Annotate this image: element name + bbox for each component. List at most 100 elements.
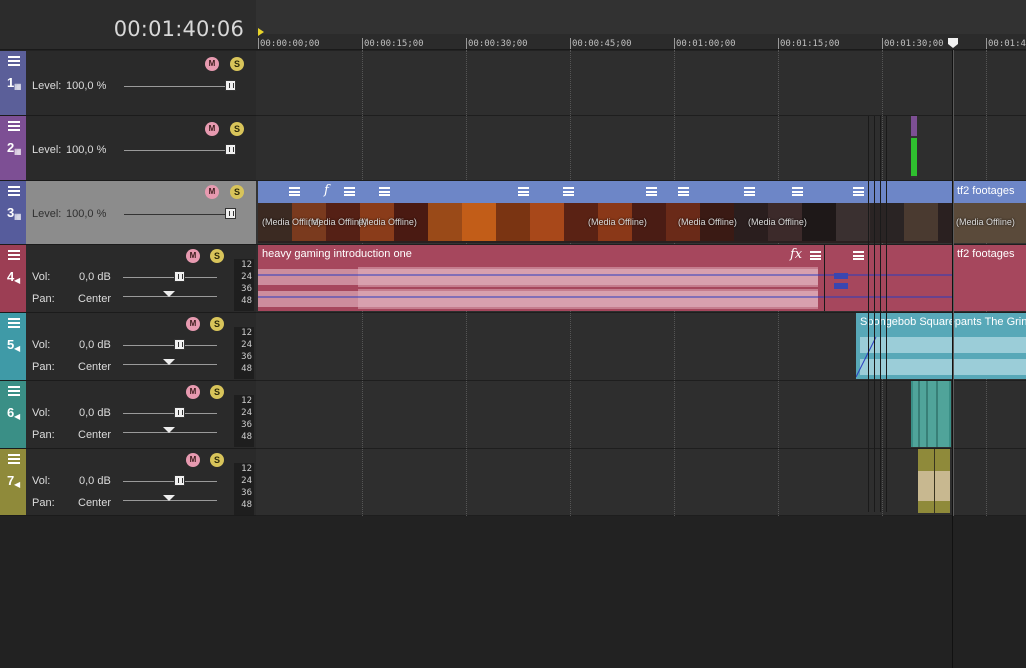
clip-menu-icon[interactable] bbox=[853, 187, 864, 196]
track-color-strip[interactable]: 1 ▦ bbox=[0, 51, 26, 115]
audio-clip-small[interactable] bbox=[918, 449, 950, 513]
audio-clip-main[interactable]: heavy gaming introduction one fx tf2 foo… bbox=[258, 245, 1026, 311]
vol-slider-knob[interactable] bbox=[174, 339, 185, 350]
vol-slider-track[interactable] bbox=[123, 345, 217, 346]
clip-menu-icon[interactable] bbox=[344, 187, 355, 196]
mute-icon[interactable]: M bbox=[205, 57, 219, 71]
vol-slider-track[interactable] bbox=[123, 277, 217, 278]
track-menu-icon[interactable] bbox=[8, 121, 20, 131]
audio-clip-spongebob[interactable]: Spongebob Squarepants The Grind bbox=[856, 313, 1026, 379]
vol-value[interactable]: 0,0 dB bbox=[79, 339, 111, 351]
fx-icon[interactable]: f bbox=[324, 183, 329, 198]
track-menu-icon[interactable] bbox=[8, 250, 20, 260]
clip-menu-icon[interactable] bbox=[563, 187, 574, 196]
mute-icon[interactable]: M bbox=[186, 249, 200, 263]
vol-slider-knob[interactable] bbox=[174, 475, 185, 486]
clip-edge[interactable] bbox=[824, 245, 825, 311]
clip-menu-icon[interactable] bbox=[289, 187, 300, 196]
pan-slider-knob[interactable] bbox=[163, 495, 175, 501]
level-slider-knob[interactable] bbox=[225, 144, 236, 155]
vol-value[interactable]: 0,0 dB bbox=[79, 271, 111, 283]
clip-menu-icon[interactable] bbox=[792, 187, 803, 196]
pan-value[interactable]: Center bbox=[78, 497, 111, 509]
level-slider-knob[interactable] bbox=[225, 80, 236, 91]
track-header-3[interactable]: 3 ▦ M S Level: 100,0 % bbox=[0, 181, 256, 245]
level-value[interactable]: 100,0 % bbox=[66, 80, 106, 92]
pan-value[interactable]: Center bbox=[78, 293, 111, 305]
track-color-strip[interactable]: 3 ▦ bbox=[0, 181, 26, 244]
level-slider-track[interactable] bbox=[124, 150, 236, 151]
mute-icon[interactable]: M bbox=[186, 385, 200, 399]
ruler-tick bbox=[466, 38, 467, 49]
clip-menu-icon[interactable] bbox=[379, 187, 390, 196]
track-color-strip[interactable]: 2 ▦ bbox=[0, 116, 26, 180]
track-header-7[interactable]: 7 ◀ M S Vol: 0,0 dB Pan: Center 12 24 36… bbox=[0, 449, 256, 516]
solo-icon[interactable]: S bbox=[230, 122, 244, 136]
clip-menu-icon[interactable] bbox=[853, 251, 864, 260]
track-header-4[interactable]: 4 ◀ M S Vol: 0,0 dB Pan: Center 12 24 36… bbox=[0, 245, 256, 313]
vol-slider-knob[interactable] bbox=[174, 407, 185, 418]
fx-icon[interactable]: fx bbox=[790, 247, 802, 262]
clip-menu-icon[interactable] bbox=[678, 187, 689, 196]
solo-icon[interactable]: S bbox=[230, 185, 244, 199]
clip-menu-icon[interactable] bbox=[646, 187, 657, 196]
solo-icon[interactable]: S bbox=[210, 385, 224, 399]
solo-icon[interactable]: S bbox=[230, 57, 244, 71]
lane-track-7[interactable] bbox=[256, 449, 1026, 516]
level-slider-track[interactable] bbox=[124, 86, 236, 87]
playhead-handle[interactable] bbox=[948, 38, 958, 48]
track-header-2[interactable]: 2 ▦ M S Level: 100,0 % bbox=[0, 116, 256, 181]
audio-clip-tf2[interactable]: tf2 footages bbox=[952, 245, 1026, 311]
level-value[interactable]: 100,0 % bbox=[66, 144, 106, 156]
track-menu-icon[interactable] bbox=[8, 386, 20, 396]
track-header-1[interactable]: 1 ▦ M S Level: 100,0 % bbox=[0, 51, 256, 116]
video-clip-small[interactable] bbox=[911, 116, 917, 178]
vol-slider-track[interactable] bbox=[123, 413, 217, 414]
pan-slider-knob[interactable] bbox=[163, 291, 175, 297]
level-slider-track[interactable] bbox=[124, 214, 236, 215]
pan-value[interactable]: Center bbox=[78, 361, 111, 373]
mute-icon[interactable]: M bbox=[205, 185, 219, 199]
level-slider-knob[interactable] bbox=[225, 208, 236, 219]
clip-menu-icon[interactable] bbox=[744, 187, 755, 196]
playhead-cursor[interactable] bbox=[952, 50, 953, 668]
loop-region-marker[interactable] bbox=[258, 28, 264, 36]
timeline-area[interactable]: (Media Offline) (Media Offline) (Media O… bbox=[256, 50, 1026, 668]
track-header-5[interactable]: 5 ◀ M S Vol: 0,0 dB Pan: Center 12 24 36… bbox=[0, 313, 256, 381]
audio-clip-small[interactable] bbox=[911, 381, 951, 447]
track-color-strip[interactable]: 4 ◀ bbox=[0, 245, 26, 312]
vol-slider-knob[interactable] bbox=[174, 271, 185, 282]
vol-slider-track[interactable] bbox=[123, 481, 217, 482]
meter-tick: 12 bbox=[241, 260, 252, 270]
clip-menu-icon[interactable] bbox=[810, 251, 821, 260]
track-menu-icon[interactable] bbox=[8, 186, 20, 196]
track-color-strip[interactable]: 7 ◀ bbox=[0, 449, 26, 515]
clip-menu-icon[interactable] bbox=[518, 187, 529, 196]
mute-icon[interactable]: M bbox=[205, 122, 219, 136]
pan-value[interactable]: Center bbox=[78, 429, 111, 441]
solo-icon[interactable]: S bbox=[210, 249, 224, 263]
level-value[interactable]: 100,0 % bbox=[66, 208, 106, 220]
track-menu-icon[interactable] bbox=[8, 56, 20, 66]
meter-tick: 36 bbox=[241, 488, 252, 498]
video-clip-tf2[interactable]: tf2 footages (Media Offline) bbox=[952, 181, 1026, 243]
marker-bar[interactable] bbox=[256, 0, 1026, 34]
solo-icon[interactable]: S bbox=[210, 453, 224, 467]
track-menu-icon[interactable] bbox=[8, 454, 20, 464]
solo-icon[interactable]: S bbox=[210, 317, 224, 331]
lane-track-1[interactable] bbox=[256, 51, 1026, 116]
track-header-6[interactable]: 6 ◀ M S Vol: 0,0 dB Pan: Center 12 24 36… bbox=[0, 381, 256, 449]
vol-value[interactable]: 0,0 dB bbox=[79, 475, 111, 487]
video-clip-header[interactable] bbox=[258, 181, 1026, 203]
pan-slider-knob[interactable] bbox=[163, 359, 175, 365]
vol-value[interactable]: 0,0 dB bbox=[79, 407, 111, 419]
track-color-strip[interactable]: 6 ◀ bbox=[0, 381, 26, 448]
pan-slider-knob[interactable] bbox=[163, 427, 175, 433]
track-color-strip[interactable]: 5 ◀ bbox=[0, 313, 26, 380]
mute-icon[interactable]: M bbox=[186, 453, 200, 467]
video-clip-main[interactable]: (Media Offline) (Media Offline) (Media O… bbox=[258, 181, 1026, 243]
timeline-ruler[interactable]: 00:00:00;00 00:00:15;00 00:00:30;00 00:0… bbox=[256, 0, 1026, 50]
mute-icon[interactable]: M bbox=[186, 317, 200, 331]
timecode-display[interactable]: 00:01:40:06 bbox=[114, 17, 244, 41]
track-menu-icon[interactable] bbox=[8, 318, 20, 328]
